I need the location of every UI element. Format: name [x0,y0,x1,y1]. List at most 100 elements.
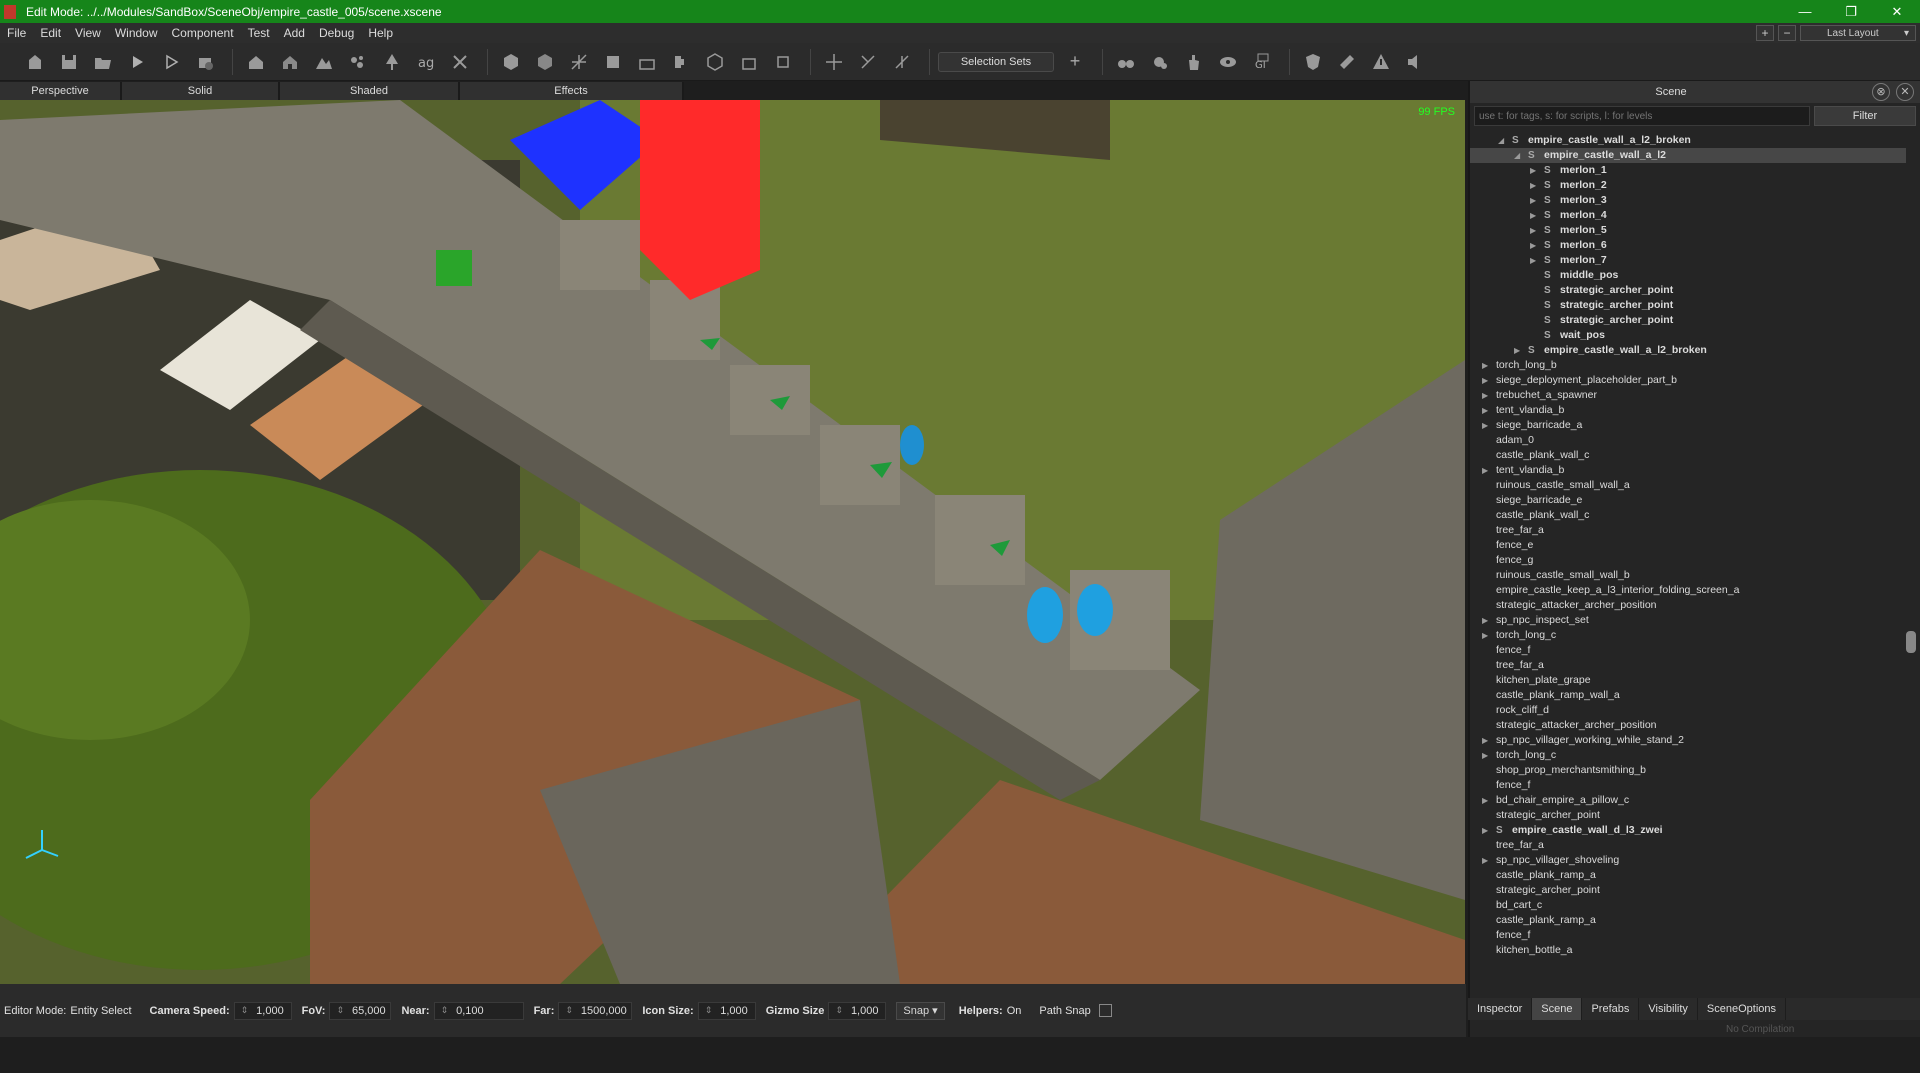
spinner-icon[interactable]: ⇕ [441,1005,449,1016]
expand-arrow-icon[interactable]: ▶ [1482,373,1488,388]
house-icon[interactable] [275,47,305,77]
menu-edit[interactable]: Edit [33,26,68,40]
tree-item[interactable]: fence_f [1470,928,1906,943]
tree-item[interactable]: strategic_archer_point [1470,808,1906,823]
tree-item[interactable]: ▶ Smerlon_7 [1470,253,1906,268]
house-add-icon[interactable] [241,47,271,77]
tab-visibility[interactable]: Visibility [1639,998,1698,1020]
near-input[interactable]: ⇕ 0,100 [433,1001,524,1020]
weather-icon[interactable] [1145,47,1175,77]
tree-item[interactable]: ▶ siege_barricade_a [1470,418,1906,433]
tree-item[interactable]: strategic_attacker_archer_position [1470,718,1906,733]
box-outline-icon[interactable] [700,47,730,77]
expand-arrow-icon[interactable]: ▶ [1482,463,1488,478]
tree-item[interactable]: ruinous_castle_small_wall_b [1470,568,1906,583]
new-scene-icon[interactable] [20,47,50,77]
expand-arrow-icon[interactable]: ▶ [1530,163,1536,178]
box-move-icon[interactable] [734,47,764,77]
menu-test[interactable]: Test [241,26,277,40]
tab-shaded[interactable]: Shaded [280,82,460,100]
tree-item[interactable]: shop_prop_merchantsmithing_b [1470,763,1906,778]
tree-item[interactable]: fence_e [1470,538,1906,553]
tree-item[interactable]: ▶ Smerlon_6 [1470,238,1906,253]
tree-item[interactable]: Smiddle_pos [1470,268,1906,283]
menu-view[interactable]: View [68,26,108,40]
tab-effects[interactable]: Effects [460,82,684,100]
expand-arrow-icon[interactable]: ▶ [1482,853,1488,868]
tab-inspector[interactable]: Inspector [1468,998,1533,1020]
tree-item[interactable]: ▶ tent_vlandia_b [1470,403,1906,418]
tree-item[interactable]: ◢ Sempire_castle_wall_a_l2_broken [1470,133,1906,148]
spinner-icon[interactable]: ⇕ [565,1005,573,1016]
menu-component[interactable]: Component [165,26,241,40]
add-selection-set-button[interactable]: + [1060,47,1090,77]
expand-arrow-icon[interactable]: ▶ [1530,253,1536,268]
expand-arrow-icon[interactable]: ▶ [1482,823,1488,838]
tree-item[interactable]: castle_plank_ramp_a [1470,868,1906,883]
transform-icon[interactable] [564,47,594,77]
viewport[interactable]: 99 FPS [0,100,1465,984]
tree-item[interactable]: ▶ Smerlon_5 [1470,223,1906,238]
tree-item[interactable]: ▶ siege_deployment_placeholder_part_b [1470,373,1906,388]
tree-item[interactable]: rock_cliff_d [1470,703,1906,718]
collapse-arrow-icon[interactable]: ◢ [1514,148,1520,163]
tree-item[interactable]: fence_g [1470,553,1906,568]
menu-add[interactable]: Add [277,26,312,40]
add-layout-button[interactable]: + [1756,25,1774,41]
menu-help[interactable]: Help [361,26,400,40]
open-folder-icon[interactable] [88,47,118,77]
tree-item[interactable]: ▶ Sempire_castle_wall_d_l3_zwei [1470,823,1906,838]
close-button[interactable]: ✕ [1874,4,1920,20]
menu-debug[interactable]: Debug [312,26,361,40]
tab-scene-options[interactable]: SceneOptions [1698,998,1787,1020]
close-panel-icon[interactable]: ✕ [1896,83,1914,101]
tree-item[interactable]: tree_far_a [1470,658,1906,673]
tree-item[interactable]: kitchen_bottle_a [1470,943,1906,958]
tree-item[interactable]: ruinous_castle_small_wall_a [1470,478,1906,493]
tree-item[interactable]: ▶ Smerlon_2 [1470,178,1906,193]
sound-icon[interactable] [1400,47,1430,77]
scene-tree-scrollbar[interactable] [1906,131,1916,1073]
selection-sets-button[interactable]: Selection Sets [938,51,1054,72]
tab-perspective[interactable]: Perspective [0,82,122,100]
far-input[interactable]: ⇕ 1500,000 [558,1001,633,1020]
settings-icon[interactable]: ⊗ [1872,83,1890,101]
tree-item[interactable]: castle_plank_ramp_wall_a [1470,688,1906,703]
expand-arrow-icon[interactable]: ▶ [1482,418,1488,433]
box-scale-icon[interactable] [768,47,798,77]
tree-item[interactable]: ▶ bd_chair_empire_a_pillow_c [1470,793,1906,808]
hand-icon[interactable] [1179,47,1209,77]
tree-item[interactable]: ▶ Smerlon_3 [1470,193,1906,208]
expand-arrow-icon[interactable]: ▶ [1482,403,1488,418]
tree-item[interactable]: castle_plank_wall_c [1470,448,1906,463]
rotate-gizmo-icon[interactable] [853,47,883,77]
expand-arrow-icon[interactable]: ▶ [1530,178,1536,193]
tab-scene[interactable]: Scene [1532,998,1583,1020]
maximize-button[interactable]: ❐ [1828,4,1874,20]
save-icon[interactable] [54,47,84,77]
gi-icon[interactable]: GI [1247,47,1277,77]
spinner-icon[interactable]: ⇕ [241,1005,249,1016]
helpers-value[interactable]: On [1007,1005,1022,1017]
expand-arrow-icon[interactable]: ▶ [1482,793,1488,808]
minimize-button[interactable]: — [1782,4,1828,19]
tree-icon[interactable] [377,47,407,77]
expand-arrow-icon[interactable]: ▶ [1482,613,1488,628]
expand-arrow-icon[interactable]: ▶ [1530,208,1536,223]
terrain-icon[interactable] [309,47,339,77]
tree-item[interactable]: bd_cart_c [1470,898,1906,913]
tree-item[interactable]: ▶ Smerlon_1 [1470,163,1906,178]
cube-add-icon[interactable] [530,47,560,77]
tree-item[interactable]: tree_far_a [1470,523,1906,538]
tree-item[interactable]: ▶ trebuchet_a_spawner [1470,388,1906,403]
expand-arrow-icon[interactable]: ▶ [1482,628,1488,643]
tree-item[interactable]: kitchen_plate_grape [1470,673,1906,688]
tree-item[interactable]: castle_plank_wall_c [1470,508,1906,523]
play-icon[interactable] [122,47,152,77]
expand-arrow-icon[interactable]: ▶ [1514,343,1520,358]
cube-icon[interactable] [496,47,526,77]
spinner-icon[interactable]: ⇕ [835,1005,843,1016]
scale-gizmo-icon[interactable] [887,47,917,77]
spinner-icon[interactable]: ⇕ [336,1005,344,1016]
tree-item[interactable]: strategic_attacker_archer_position [1470,598,1906,613]
